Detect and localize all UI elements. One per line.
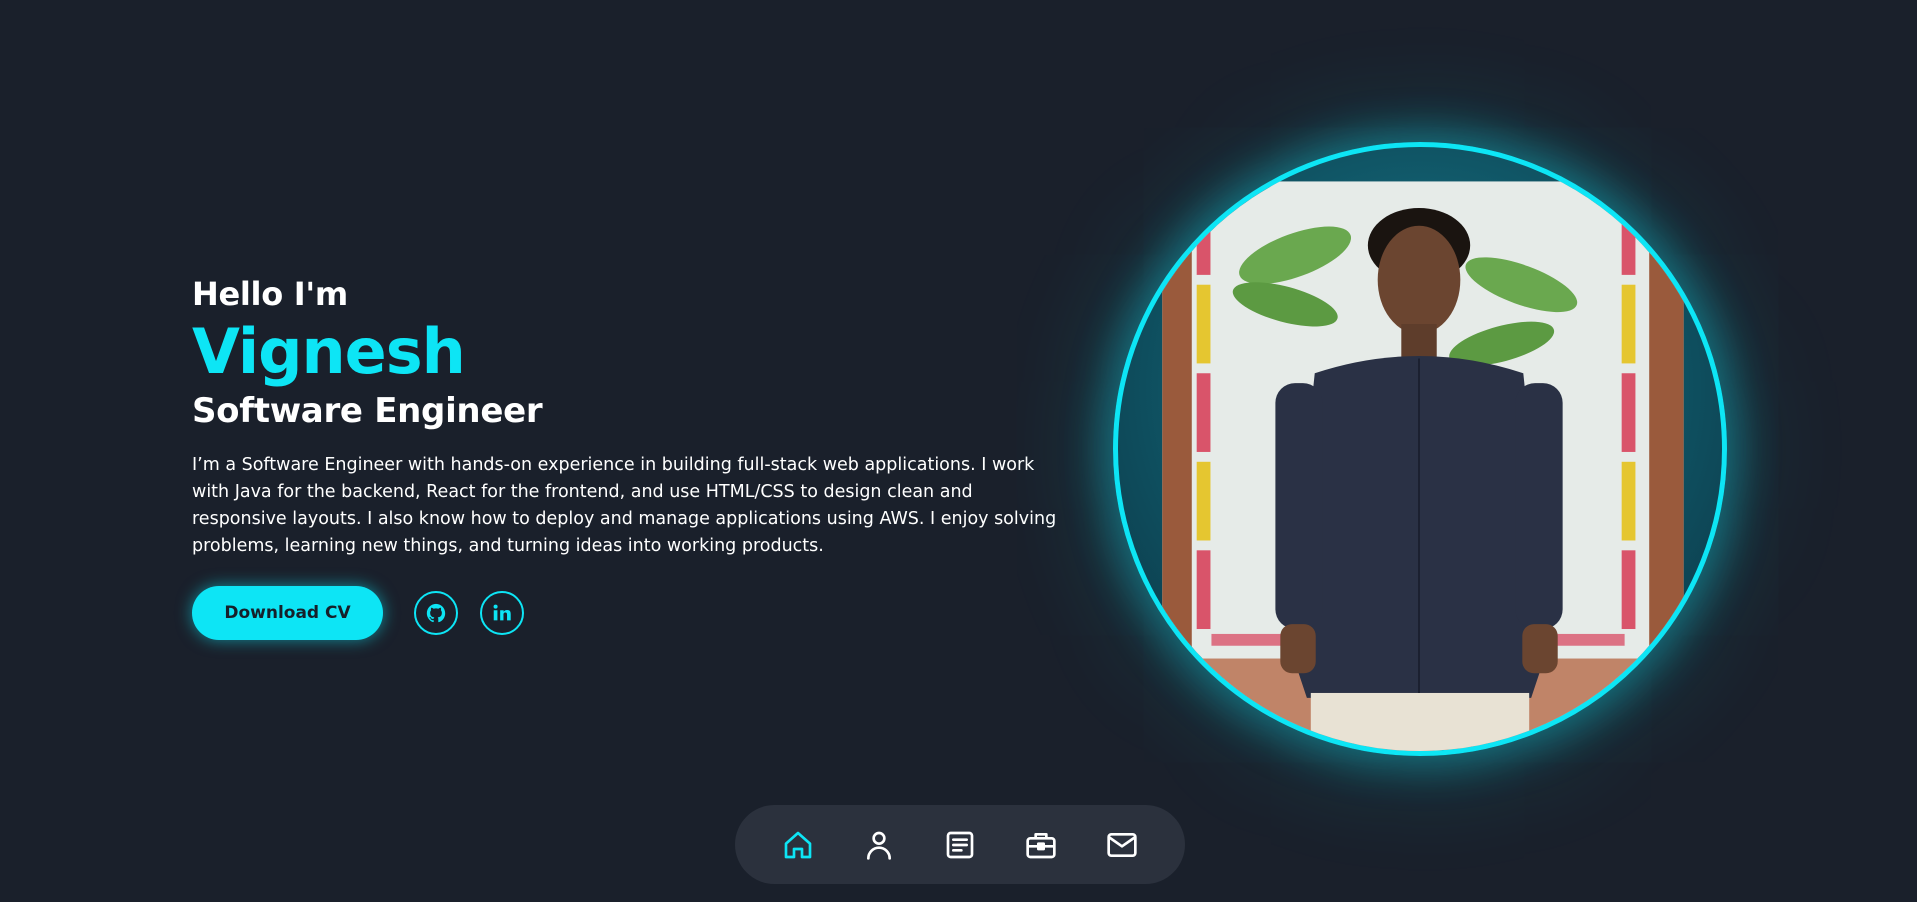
nav-resume[interactable]: [942, 827, 978, 863]
profile-photo: [1113, 142, 1727, 756]
profile-photo-illustration: [1162, 181, 1684, 751]
hero-actions: Download CV: [192, 586, 1072, 640]
bottom-nav: [735, 805, 1185, 884]
github-icon: [425, 602, 447, 624]
mail-icon: [1106, 829, 1138, 861]
briefcase-icon: [1025, 829, 1057, 861]
home-icon: [782, 829, 814, 861]
document-icon: [944, 829, 976, 861]
hero-section: Hello I'm Vignesh Software Engineer I’m …: [192, 272, 1072, 640]
nav-about[interactable]: [861, 827, 897, 863]
greeting-text: Hello I'm: [192, 275, 348, 313]
linkedin-link[interactable]: [480, 591, 524, 635]
user-icon: [863, 829, 895, 861]
role-heading: Software Engineer: [192, 391, 543, 431]
nav-projects[interactable]: [1023, 827, 1059, 863]
portfolio-page: Hello I'm Vignesh Software Engineer I’m …: [0, 0, 1917, 902]
nav-contact[interactable]: [1104, 827, 1140, 863]
name-heading: Vignesh: [192, 315, 466, 388]
nav-home[interactable]: [780, 827, 816, 863]
bio-paragraph: I’m a Software Engineer with hands-on ex…: [192, 455, 1057, 556]
download-cv-button[interactable]: Download CV: [192, 586, 383, 640]
linkedin-icon: [491, 602, 513, 624]
github-link[interactable]: [414, 591, 458, 635]
